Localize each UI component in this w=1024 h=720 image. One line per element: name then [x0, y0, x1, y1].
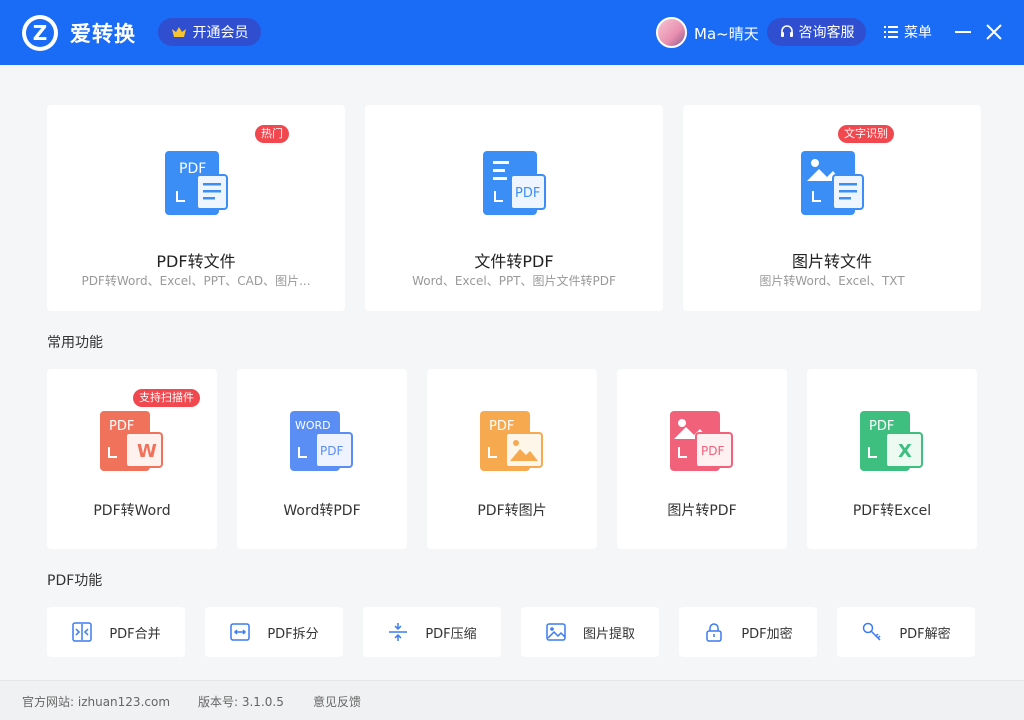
pdf-to-file-icon: PDF — [165, 151, 228, 215]
split-icon — [230, 623, 251, 641]
customer-service-label: 咨询客服 — [798, 25, 855, 41]
image-to-file-icon — [801, 151, 864, 215]
menu-icon — [884, 26, 898, 38]
card-title: PDF转文件 — [156, 252, 236, 271]
card-image-to-file[interactable]: 文字识别 图片转文件 图片转Word、Excel、TXT — [683, 105, 981, 311]
close-icon[interactable] — [984, 22, 1004, 42]
card-title: PDF转Word — [93, 503, 171, 519]
app-logo: Z — [22, 15, 58, 51]
image-extract-button[interactable]: 图片提取 — [521, 607, 659, 657]
card-title: Word转PDF — [283, 503, 361, 519]
image-icon — [546, 623, 566, 641]
tool-label: PDF压缩 — [425, 626, 477, 642]
lock-icon — [706, 623, 723, 642]
card-pdf-to-file[interactable]: 热门 PDF PDF转文件 PDF转Word、Excel、PPT、CAD、图片.… — [47, 105, 345, 311]
card-title: 图片转PDF — [667, 503, 737, 519]
pdf-to-word-icon: PDF W — [100, 411, 163, 471]
tool-label: 图片提取 — [582, 626, 635, 642]
tool-label: PDF拆分 — [267, 626, 319, 642]
card-title: 图片转文件 — [791, 252, 872, 271]
pdf-to-image-icon: PDF — [480, 411, 543, 471]
pdf-compress-button[interactable]: PDF压缩 — [363, 607, 501, 657]
key-icon — [863, 622, 881, 641]
card-desc: 图片转Word、Excel、TXT — [759, 274, 905, 288]
website-link[interactable]: 官方网站: izhuan123.com — [22, 693, 170, 710]
title-bar: Z 爱转换 开通会员 Ma~晴天 咨询客服 菜单 — [0, 0, 1024, 65]
scan-support-badge: 支持扫描件 — [133, 389, 200, 407]
svg-text:PDF: PDF — [515, 186, 540, 201]
tool-label: PDF合并 — [109, 626, 161, 642]
card-desc: Word、Excel、PPT、图片文件转PDF — [412, 274, 616, 288]
pdf-encrypt-button[interactable]: PDF加密 — [679, 607, 817, 657]
avatar[interactable] — [656, 17, 687, 48]
svg-text:PDF: PDF — [701, 444, 724, 458]
compress-icon — [389, 623, 408, 641]
pdf-split-button[interactable]: PDF拆分 — [205, 607, 343, 657]
ocr-badge: 文字识别 — [838, 125, 894, 143]
logo-letter: Z — [26, 19, 54, 47]
vip-button-label: 开通会员 — [192, 25, 249, 41]
card-image-to-pdf[interactable]: PDF 图片转PDF — [617, 369, 787, 549]
footer: 官方网站: izhuan123.com 版本号: 3.1.0.5 意见反馈 — [0, 680, 1024, 720]
image-to-pdf-icon: PDF — [670, 411, 733, 471]
merge-icon — [72, 622, 93, 642]
card-word-to-pdf[interactable]: WORD PDF Word转PDF — [237, 369, 407, 549]
app-name: 爱转换 — [70, 22, 136, 46]
version-text: 版本号: 3.1.0.5 — [198, 695, 284, 709]
svg-text:W: W — [137, 441, 157, 462]
headset-icon — [780, 25, 793, 37]
hot-badge: 热门 — [255, 125, 289, 143]
pdf-decrypt-button[interactable]: PDF解密 — [837, 607, 975, 657]
svg-text:PDF: PDF — [869, 419, 894, 434]
card-file-to-pdf[interactable]: PDF 文件转PDF Word、Excel、PPT、图片文件转PDF — [365, 105, 663, 311]
card-title: PDF转Excel — [852, 503, 932, 519]
card-title: 文件转PDF — [474, 252, 554, 271]
word-to-pdf-icon: WORD PDF — [290, 411, 353, 471]
menu-button[interactable]: 菜单 — [884, 22, 932, 42]
menu-label: 菜单 — [904, 25, 932, 41]
vip-button[interactable]: 开通会员 — [158, 18, 261, 46]
card-pdf-to-image[interactable]: PDF PDF转图片 — [427, 369, 597, 549]
file-to-pdf-icon: PDF — [483, 151, 546, 215]
common-section-title: 常用功能 — [47, 335, 103, 351]
pdf-section-title: PDF功能 — [47, 573, 103, 589]
svg-text:X: X — [898, 441, 912, 462]
svg-text:WORD: WORD — [295, 419, 331, 432]
pdf-to-excel-icon: PDF X — [860, 411, 923, 471]
tool-label: PDF解密 — [899, 626, 951, 642]
card-pdf-to-word[interactable]: 支持扫描件 PDF W PDF转Word — [47, 369, 217, 549]
username[interactable]: Ma~晴天 — [694, 23, 759, 44]
svg-text:PDF: PDF — [109, 419, 134, 434]
customer-service-button[interactable]: 咨询客服 — [767, 18, 866, 46]
svg-text:PDF: PDF — [489, 419, 514, 434]
crown-icon — [171, 27, 186, 37]
tool-label: PDF加密 — [741, 626, 793, 642]
minimize-button[interactable] — [955, 31, 971, 33]
pdf-merge-button[interactable]: PDF合并 — [47, 607, 185, 657]
feedback-link[interactable]: 意见反馈 — [313, 693, 361, 710]
svg-text:PDF: PDF — [320, 444, 343, 458]
card-title: PDF转图片 — [477, 503, 547, 519]
card-desc: PDF转Word、Excel、PPT、CAD、图片... — [81, 274, 311, 288]
card-pdf-to-excel[interactable]: PDF X PDF转Excel — [807, 369, 977, 549]
